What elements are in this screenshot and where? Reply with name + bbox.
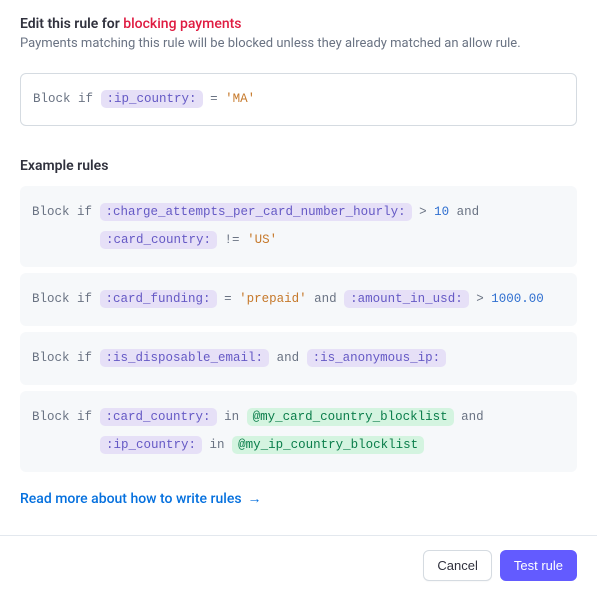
variable-card-country: :card_country:: [100, 231, 217, 249]
list-card-country-blocklist: @my_card_country_blocklist: [247, 408, 454, 426]
example-rules-title: Example rules: [20, 158, 577, 174]
arrow-right-icon: →: [248, 490, 262, 507]
keyword-block-if: Block if: [33, 92, 93, 106]
operator-gt: >: [476, 292, 484, 306]
variable-ip-country: :ip_country:: [101, 90, 203, 108]
title-highlight: blocking payments: [123, 16, 241, 32]
example-rule: Block if :card_funding: = 'prepaid' and …: [20, 273, 577, 326]
read-more-link[interactable]: Read more about how to write rules →: [20, 490, 262, 507]
page-description: Payments matching this rule will be bloc…: [20, 36, 577, 51]
variable-amount: :amount_in_usd:: [344, 290, 469, 308]
keyword-and: and: [277, 351, 300, 365]
cancel-button[interactable]: Cancel: [423, 550, 491, 581]
operator-neq: !=: [225, 233, 240, 247]
keyword-block-if: Block if: [32, 205, 92, 219]
keyword-in: in: [210, 438, 225, 452]
keyword-block-if: Block if: [32, 292, 92, 306]
value-1000: 1000.00: [491, 292, 544, 306]
value-ma: 'MA': [225, 92, 255, 106]
value-us: 'US': [247, 233, 277, 247]
keyword-and: and: [314, 292, 337, 306]
page-title: Edit this rule for blocking payments: [20, 16, 577, 32]
read-more-label: Read more about how to write rules: [20, 491, 242, 507]
example-rules-list: Block if :charge_attempts_per_card_numbe…: [20, 186, 577, 473]
keyword-in: in: [224, 410, 239, 424]
rule-editor[interactable]: Block if :ip_country: = 'MA': [20, 73, 577, 126]
operator-eq: =: [210, 92, 218, 106]
variable-card-funding: :card_funding:: [100, 290, 217, 308]
variable-ip-country: :ip_country:: [100, 436, 202, 454]
title-prefix: Edit this rule for: [20, 16, 123, 32]
keyword-block-if: Block if: [32, 351, 92, 365]
variable-disposable-email: :is_disposable_email:: [100, 349, 270, 367]
keyword-and: and: [461, 410, 484, 424]
keyword-block-if: Block if: [32, 410, 92, 424]
footer: Cancel Test rule: [0, 535, 597, 595]
header: Edit this rule for blocking payments Pay…: [20, 16, 577, 51]
example-rule: Block if :is_disposable_email: and :is_a…: [20, 332, 577, 385]
keyword-and: and: [457, 205, 480, 219]
example-rule: Block if :charge_attempts_per_card_numbe…: [20, 186, 577, 268]
variable-anonymous-ip: :is_anonymous_ip:: [307, 349, 447, 367]
value-10: 10: [434, 205, 449, 219]
list-ip-country-blocklist: @my_ip_country_blocklist: [232, 436, 424, 454]
variable-card-country: :card_country:: [100, 408, 217, 426]
test-rule-button[interactable]: Test rule: [500, 550, 577, 581]
example-rule: Block if :card_country: in @my_card_coun…: [20, 391, 577, 473]
operator-gt: >: [419, 205, 427, 219]
value-prepaid: 'prepaid': [239, 292, 307, 306]
operator-eq: =: [224, 292, 232, 306]
variable-charge-attempts: :charge_attempts_per_card_number_hourly:: [100, 203, 412, 221]
